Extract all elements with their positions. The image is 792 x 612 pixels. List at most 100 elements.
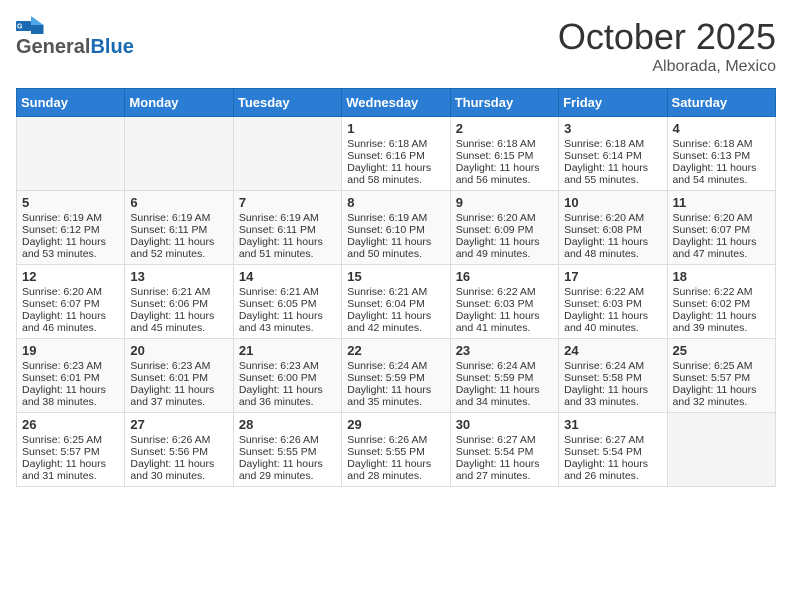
daylight-text: Daylight: 11 hours and 43 minutes.: [239, 310, 336, 334]
sunrise-text: Sunrise: 6:21 AM: [130, 286, 227, 298]
title-block: October 2025 Alborada, Mexico: [558, 16, 776, 76]
daylight-text: Daylight: 11 hours and 32 minutes.: [673, 384, 770, 408]
calendar-cell: 21Sunrise: 6:23 AMSunset: 6:00 PMDayligh…: [233, 339, 341, 413]
calendar-cell: 19Sunrise: 6:23 AMSunset: 6:01 PMDayligh…: [17, 339, 125, 413]
day-number: 24: [564, 343, 661, 358]
calendar-cell: 17Sunrise: 6:22 AMSunset: 6:03 PMDayligh…: [559, 265, 667, 339]
sunset-text: Sunset: 6:09 PM: [456, 224, 553, 236]
calendar-cell: 9 Sunrise: 6:20 AMSunset: 6:09 PMDaylight…: [450, 191, 558, 265]
sunrise-text: Sunrise: 6:19 AM: [22, 212, 119, 224]
day-number: 6: [130, 195, 227, 210]
daylight-text: Daylight: 11 hours and 35 minutes.: [347, 384, 444, 408]
sunset-text: Sunset: 5:54 PM: [564, 446, 661, 458]
sunrise-text: Sunrise: 6:23 AM: [239, 360, 336, 372]
calendar-cell: 3Sunrise: 6:18 AMSunset: 6:14 PMDaylight…: [559, 117, 667, 191]
daylight-text: Daylight: 11 hours and 47 minutes.: [673, 236, 770, 260]
sunrise-text: Sunrise: 6:26 AM: [130, 434, 227, 446]
sunrise-text: Sunrise: 6:21 AM: [239, 286, 336, 298]
sunset-text: Sunset: 6:01 PM: [130, 372, 227, 384]
daylight-text: Daylight: 11 hours and 31 minutes.: [22, 458, 119, 482]
weekday-header: Saturday: [667, 89, 775, 117]
sunrise-text: Sunrise: 6:21 AM: [347, 286, 444, 298]
daylight-text: Daylight: 11 hours and 34 minutes.: [456, 384, 553, 408]
sunrise-text: Sunrise: 6:26 AM: [347, 434, 444, 446]
calendar-cell: [233, 117, 341, 191]
sunrise-text: Sunrise: 6:22 AM: [564, 286, 661, 298]
calendar-cell: 7Sunrise: 6:19 AMSunset: 6:11 PMDaylight…: [233, 191, 341, 265]
sunset-text: Sunset: 5:59 PM: [456, 372, 553, 384]
day-number: 28: [239, 417, 336, 432]
page-header: G General Blue October 2025 Alborada, Me…: [16, 16, 776, 76]
calendar-week-row: 19Sunrise: 6:23 AMSunset: 6:01 PMDayligh…: [17, 339, 776, 413]
calendar-week-row: 5Sunrise: 6:19 AMSunset: 6:12 PMDaylight…: [17, 191, 776, 265]
daylight-text: Daylight: 11 hours and 37 minutes.: [130, 384, 227, 408]
sunrise-text: Sunrise: 6:19 AM: [239, 212, 336, 224]
day-number: 22: [347, 343, 444, 358]
sunset-text: Sunset: 6:14 PM: [564, 150, 661, 162]
day-number: 13: [130, 269, 227, 284]
calendar-cell: [667, 413, 775, 487]
daylight-text: Daylight: 11 hours and 53 minutes.: [22, 236, 119, 260]
sunrise-text: Sunrise: 6:22 AM: [673, 286, 770, 298]
calendar-cell: 16Sunrise: 6:22 AMSunset: 6:03 PMDayligh…: [450, 265, 558, 339]
daylight-text: Daylight: 11 hours and 33 minutes.: [564, 384, 661, 408]
calendar-cell: 5Sunrise: 6:19 AMSunset: 6:12 PMDaylight…: [17, 191, 125, 265]
day-number: 10: [564, 195, 661, 210]
sunset-text: Sunset: 6:15 PM: [456, 150, 553, 162]
day-number: 2: [456, 121, 553, 136]
daylight-text: Daylight: 11 hours and 51 minutes.: [239, 236, 336, 260]
calendar-week-row: 1Sunrise: 6:18 AMSunset: 6:16 PMDaylight…: [17, 117, 776, 191]
sunrise-text: Sunrise: 6:20 AM: [456, 212, 553, 224]
day-number: 19: [22, 343, 119, 358]
sunset-text: Sunset: 5:57 PM: [673, 372, 770, 384]
day-number: 9: [456, 195, 553, 210]
sunset-text: Sunset: 6:13 PM: [673, 150, 770, 162]
sunset-text: Sunset: 6:07 PM: [673, 224, 770, 236]
sunset-text: Sunset: 6:02 PM: [673, 298, 770, 310]
day-number: 26: [22, 417, 119, 432]
calendar-cell: 29Sunrise: 6:26 AMSunset: 5:55 PMDayligh…: [342, 413, 450, 487]
daylight-text: Daylight: 11 hours and 39 minutes.: [673, 310, 770, 334]
sunset-text: Sunset: 5:55 PM: [347, 446, 444, 458]
daylight-text: Daylight: 11 hours and 41 minutes.: [456, 310, 553, 334]
sunrise-text: Sunrise: 6:25 AM: [22, 434, 119, 446]
sunrise-text: Sunrise: 6:20 AM: [22, 286, 119, 298]
sunrise-text: Sunrise: 6:18 AM: [456, 138, 553, 150]
sunset-text: Sunset: 5:54 PM: [456, 446, 553, 458]
daylight-text: Daylight: 11 hours and 54 minutes.: [673, 162, 770, 186]
sunset-text: Sunset: 5:57 PM: [22, 446, 119, 458]
calendar-week-row: 12Sunrise: 6:20 AMSunset: 6:07 PMDayligh…: [17, 265, 776, 339]
weekday-header: Tuesday: [233, 89, 341, 117]
sunset-text: Sunset: 6:03 PM: [564, 298, 661, 310]
daylight-text: Daylight: 11 hours and 27 minutes.: [456, 458, 553, 482]
day-number: 1: [347, 121, 444, 136]
daylight-text: Daylight: 11 hours and 49 minutes.: [456, 236, 553, 260]
calendar-cell: 2Sunrise: 6:18 AMSunset: 6:15 PMDaylight…: [450, 117, 558, 191]
daylight-text: Daylight: 11 hours and 36 minutes.: [239, 384, 336, 408]
sunrise-text: Sunrise: 6:23 AM: [22, 360, 119, 372]
calendar-cell: 23Sunrise: 6:24 AMSunset: 5:59 PMDayligh…: [450, 339, 558, 413]
calendar-cell: 31Sunrise: 6:27 AMSunset: 5:54 PMDayligh…: [559, 413, 667, 487]
sunset-text: Sunset: 6:06 PM: [130, 298, 227, 310]
daylight-text: Daylight: 11 hours and 26 minutes.: [564, 458, 661, 482]
calendar-cell: 27Sunrise: 6:26 AMSunset: 5:56 PMDayligh…: [125, 413, 233, 487]
sunrise-text: Sunrise: 6:18 AM: [347, 138, 444, 150]
sunset-text: Sunset: 6:11 PM: [239, 224, 336, 236]
day-number: 8: [347, 195, 444, 210]
daylight-text: Daylight: 11 hours and 52 minutes.: [130, 236, 227, 260]
sunrise-text: Sunrise: 6:24 AM: [456, 360, 553, 372]
calendar-cell: 11Sunrise: 6:20 AMSunset: 6:07 PMDayligh…: [667, 191, 775, 265]
calendar-cell: 26 Sunrise: 6:25 AMSunset: 5:57 PMDayligh…: [17, 413, 125, 487]
calendar-cell: 12Sunrise: 6:20 AMSunset: 6:07 PMDayligh…: [17, 265, 125, 339]
calendar-cell: 10Sunrise: 6:20 AMSunset: 6:08 PMDayligh…: [559, 191, 667, 265]
month-title: October 2025: [558, 16, 776, 58]
weekday-header: Thursday: [450, 89, 558, 117]
weekday-header: Wednesday: [342, 89, 450, 117]
sunset-text: Sunset: 6:03 PM: [456, 298, 553, 310]
sunset-text: Sunset: 6:00 PM: [239, 372, 336, 384]
daylight-text: Daylight: 11 hours and 28 minutes.: [347, 458, 444, 482]
sunset-text: Sunset: 6:16 PM: [347, 150, 444, 162]
day-number: 15: [347, 269, 444, 284]
weekday-header: Sunday: [17, 89, 125, 117]
daylight-text: Daylight: 11 hours and 55 minutes.: [564, 162, 661, 186]
